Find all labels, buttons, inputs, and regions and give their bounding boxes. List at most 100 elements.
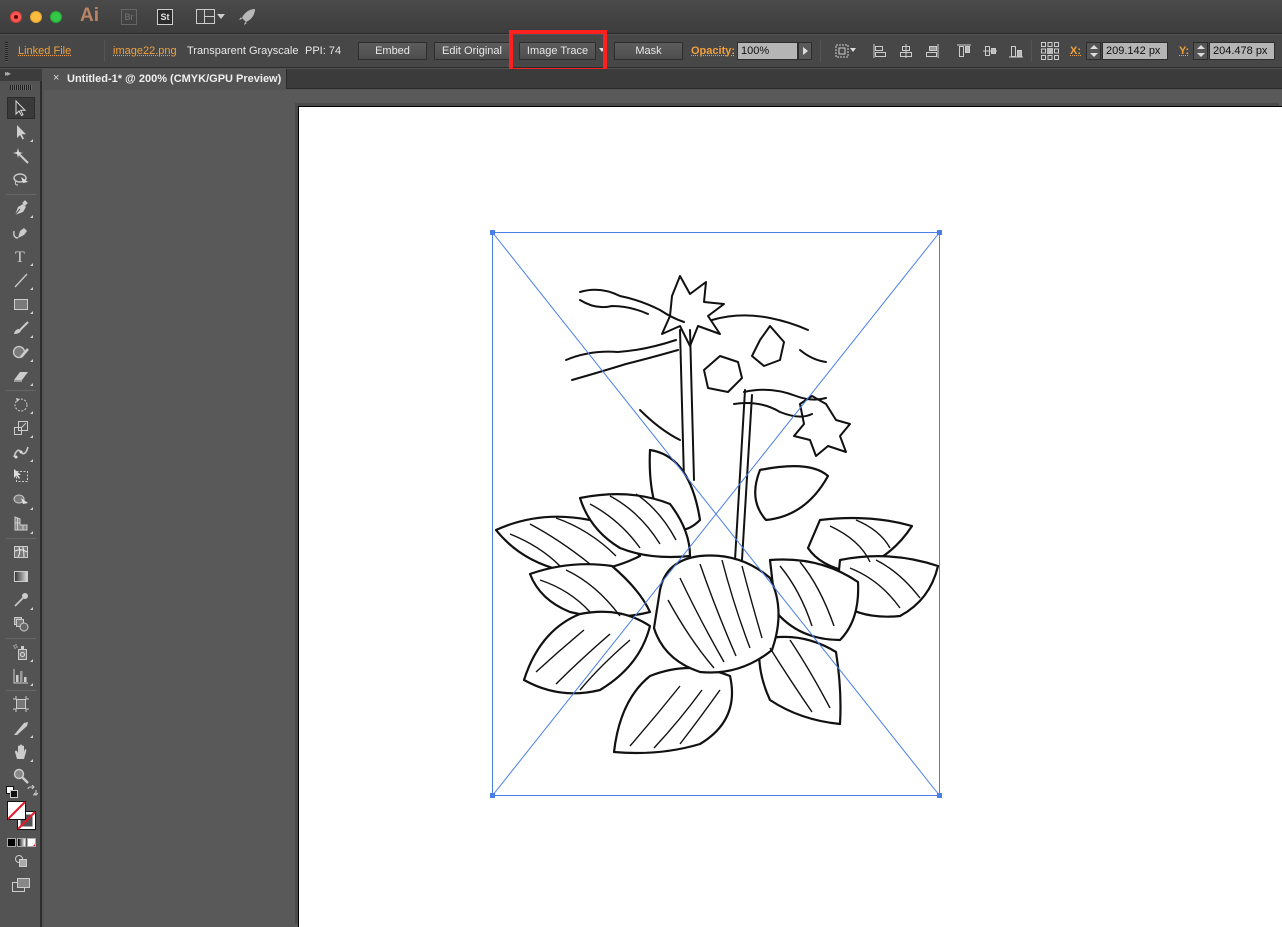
bridge-button[interactable]: Br	[121, 9, 137, 25]
line-segment-tool[interactable]	[7, 269, 35, 291]
y-label[interactable]: Y:	[1179, 45, 1189, 57]
panel-grip[interactable]	[5, 42, 8, 62]
hand-tool[interactable]	[7, 741, 35, 763]
drawing-mode-icon[interactable]	[14, 854, 28, 868]
artboard-icon	[12, 695, 30, 713]
document-tab-bar: × Untitled-1* @ 200% (CMYK/GPU Preview)	[44, 69, 1282, 89]
symbol-sprayer-tool[interactable]	[7, 641, 35, 663]
svg-text:T: T	[15, 249, 25, 265]
edit-original-button[interactable]: Edit Original	[434, 42, 510, 60]
align-right-icon[interactable]	[924, 43, 940, 59]
eraser-tool[interactable]	[7, 365, 35, 387]
color-mode-label: Transparent Grayscale	[187, 45, 298, 57]
magic-wand-tool[interactable]	[7, 145, 35, 167]
chevron-down-icon[interactable]	[850, 48, 856, 52]
column-graph-tool[interactable]	[7, 665, 35, 687]
mesh-tool[interactable]	[7, 541, 35, 563]
y-stepper[interactable]	[1193, 42, 1208, 60]
close-tab-icon[interactable]: ×	[53, 72, 59, 84]
default-fill-stroke-icon[interactable]	[6, 785, 18, 797]
perspective-grid-tool[interactable]	[7, 513, 35, 535]
type-tool[interactable]: T	[7, 245, 35, 267]
color-mode-button[interactable]	[7, 838, 16, 847]
lasso-icon	[12, 171, 30, 189]
screen-mode-icon[interactable]	[11, 877, 31, 893]
image-trace-button[interactable]: Image Trace	[519, 42, 596, 60]
swap-fill-stroke-icon[interactable]	[26, 784, 38, 796]
tool-divider	[6, 638, 36, 639]
opacity-slider-toggle-icon[interactable]	[798, 42, 812, 60]
paintbrush-icon	[12, 319, 30, 337]
image-trace-dropdown-icon[interactable]	[599, 48, 605, 52]
align-bottom-icon[interactable]	[1008, 43, 1024, 59]
x-label[interactable]: X:	[1070, 45, 1081, 57]
direct-selection-tool[interactable]	[7, 121, 35, 143]
mesh-icon	[12, 543, 30, 561]
scale-tool[interactable]	[7, 417, 35, 439]
puppet-warp-tool[interactable]	[7, 441, 35, 463]
x-stepper[interactable]	[1086, 42, 1101, 60]
hand-icon	[12, 743, 30, 761]
expand-panel-icon[interactable]: ▸▸	[5, 69, 9, 78]
opacity-label[interactable]: Opacity:	[691, 45, 735, 57]
minimize-window-icon[interactable]	[30, 11, 42, 23]
shaper-icon	[12, 343, 30, 361]
rotate-tool[interactable]	[7, 393, 35, 415]
align-left-icon[interactable]	[872, 43, 888, 59]
gradient-mode-button[interactable]	[17, 838, 26, 847]
linked-file-link[interactable]: Linked File	[18, 45, 71, 57]
file-name-link[interactable]: image22.png	[113, 45, 177, 57]
free-transform-tool[interactable]	[7, 465, 35, 487]
shape-builder-tool[interactable]	[7, 489, 35, 511]
close-window-icon[interactable]	[10, 11, 22, 23]
document-tab[interactable]: × Untitled-1* @ 200% (CMYK/GPU Preview)	[44, 69, 287, 89]
divider	[820, 40, 821, 62]
tool-divider	[6, 690, 36, 691]
panel-grip[interactable]	[10, 85, 32, 90]
curvature-pen-icon	[12, 223, 30, 241]
paintbrush-tool[interactable]	[7, 317, 35, 339]
blend-tool[interactable]	[7, 613, 35, 635]
pen-nib-icon	[12, 199, 30, 217]
puppet-warp-icon	[12, 443, 30, 461]
stock-button[interactable]: St	[157, 9, 173, 25]
embed-button[interactable]: Embed	[358, 42, 427, 60]
selection-tool[interactable]	[7, 97, 35, 119]
zoom-window-icon[interactable]	[50, 11, 62, 23]
gradient-tool[interactable]	[7, 565, 35, 587]
artboard-tool[interactable]	[7, 693, 35, 715]
align-horizontal-center-icon[interactable]	[898, 43, 914, 59]
artboard[interactable]	[298, 106, 1282, 927]
rectangle-tool[interactable]	[7, 293, 35, 315]
chevron-down-icon[interactable]	[217, 14, 225, 19]
tool-divider	[6, 194, 36, 195]
align-top-icon[interactable]	[956, 43, 972, 59]
shaper-tool[interactable]	[7, 341, 35, 363]
curvature-tool[interactable]	[7, 221, 35, 243]
magnifier-icon	[12, 767, 30, 785]
slice-tool[interactable]	[7, 717, 35, 739]
rocket-icon[interactable]	[238, 8, 256, 31]
opacity-input[interactable]: 100%	[737, 42, 798, 60]
eraser-icon	[12, 367, 30, 385]
pen-tool[interactable]	[7, 197, 35, 219]
rotate-icon	[12, 395, 30, 413]
symbol-sprayer-icon	[12, 643, 30, 661]
transform-panel-icon[interactable]	[1040, 41, 1060, 61]
x-input[interactable]: 209.142 px	[1102, 42, 1168, 60]
perspective-grid-icon	[12, 515, 30, 533]
eyedropper-tool[interactable]	[7, 589, 35, 611]
mask-button[interactable]: Mask	[614, 42, 683, 60]
transform-reference-icon[interactable]	[834, 43, 850, 59]
none-mode-button[interactable]	[27, 838, 36, 847]
align-vertical-center-icon[interactable]	[982, 43, 998, 59]
shape-builder-icon	[12, 491, 30, 509]
document-tab-title: Untitled-1* @ 200% (CMYK/GPU Preview)	[67, 73, 281, 85]
y-input[interactable]: 204.478 px	[1209, 42, 1275, 60]
toolbox-header[interactable]: ▸▸	[0, 69, 42, 81]
fill-stroke-swatches[interactable]	[7, 801, 37, 831]
selection-arrow-icon	[12, 99, 30, 117]
workspace-switcher-icon[interactable]	[196, 9, 215, 24]
lasso-tool[interactable]	[7, 169, 35, 191]
app-logo: Ai	[80, 5, 99, 27]
